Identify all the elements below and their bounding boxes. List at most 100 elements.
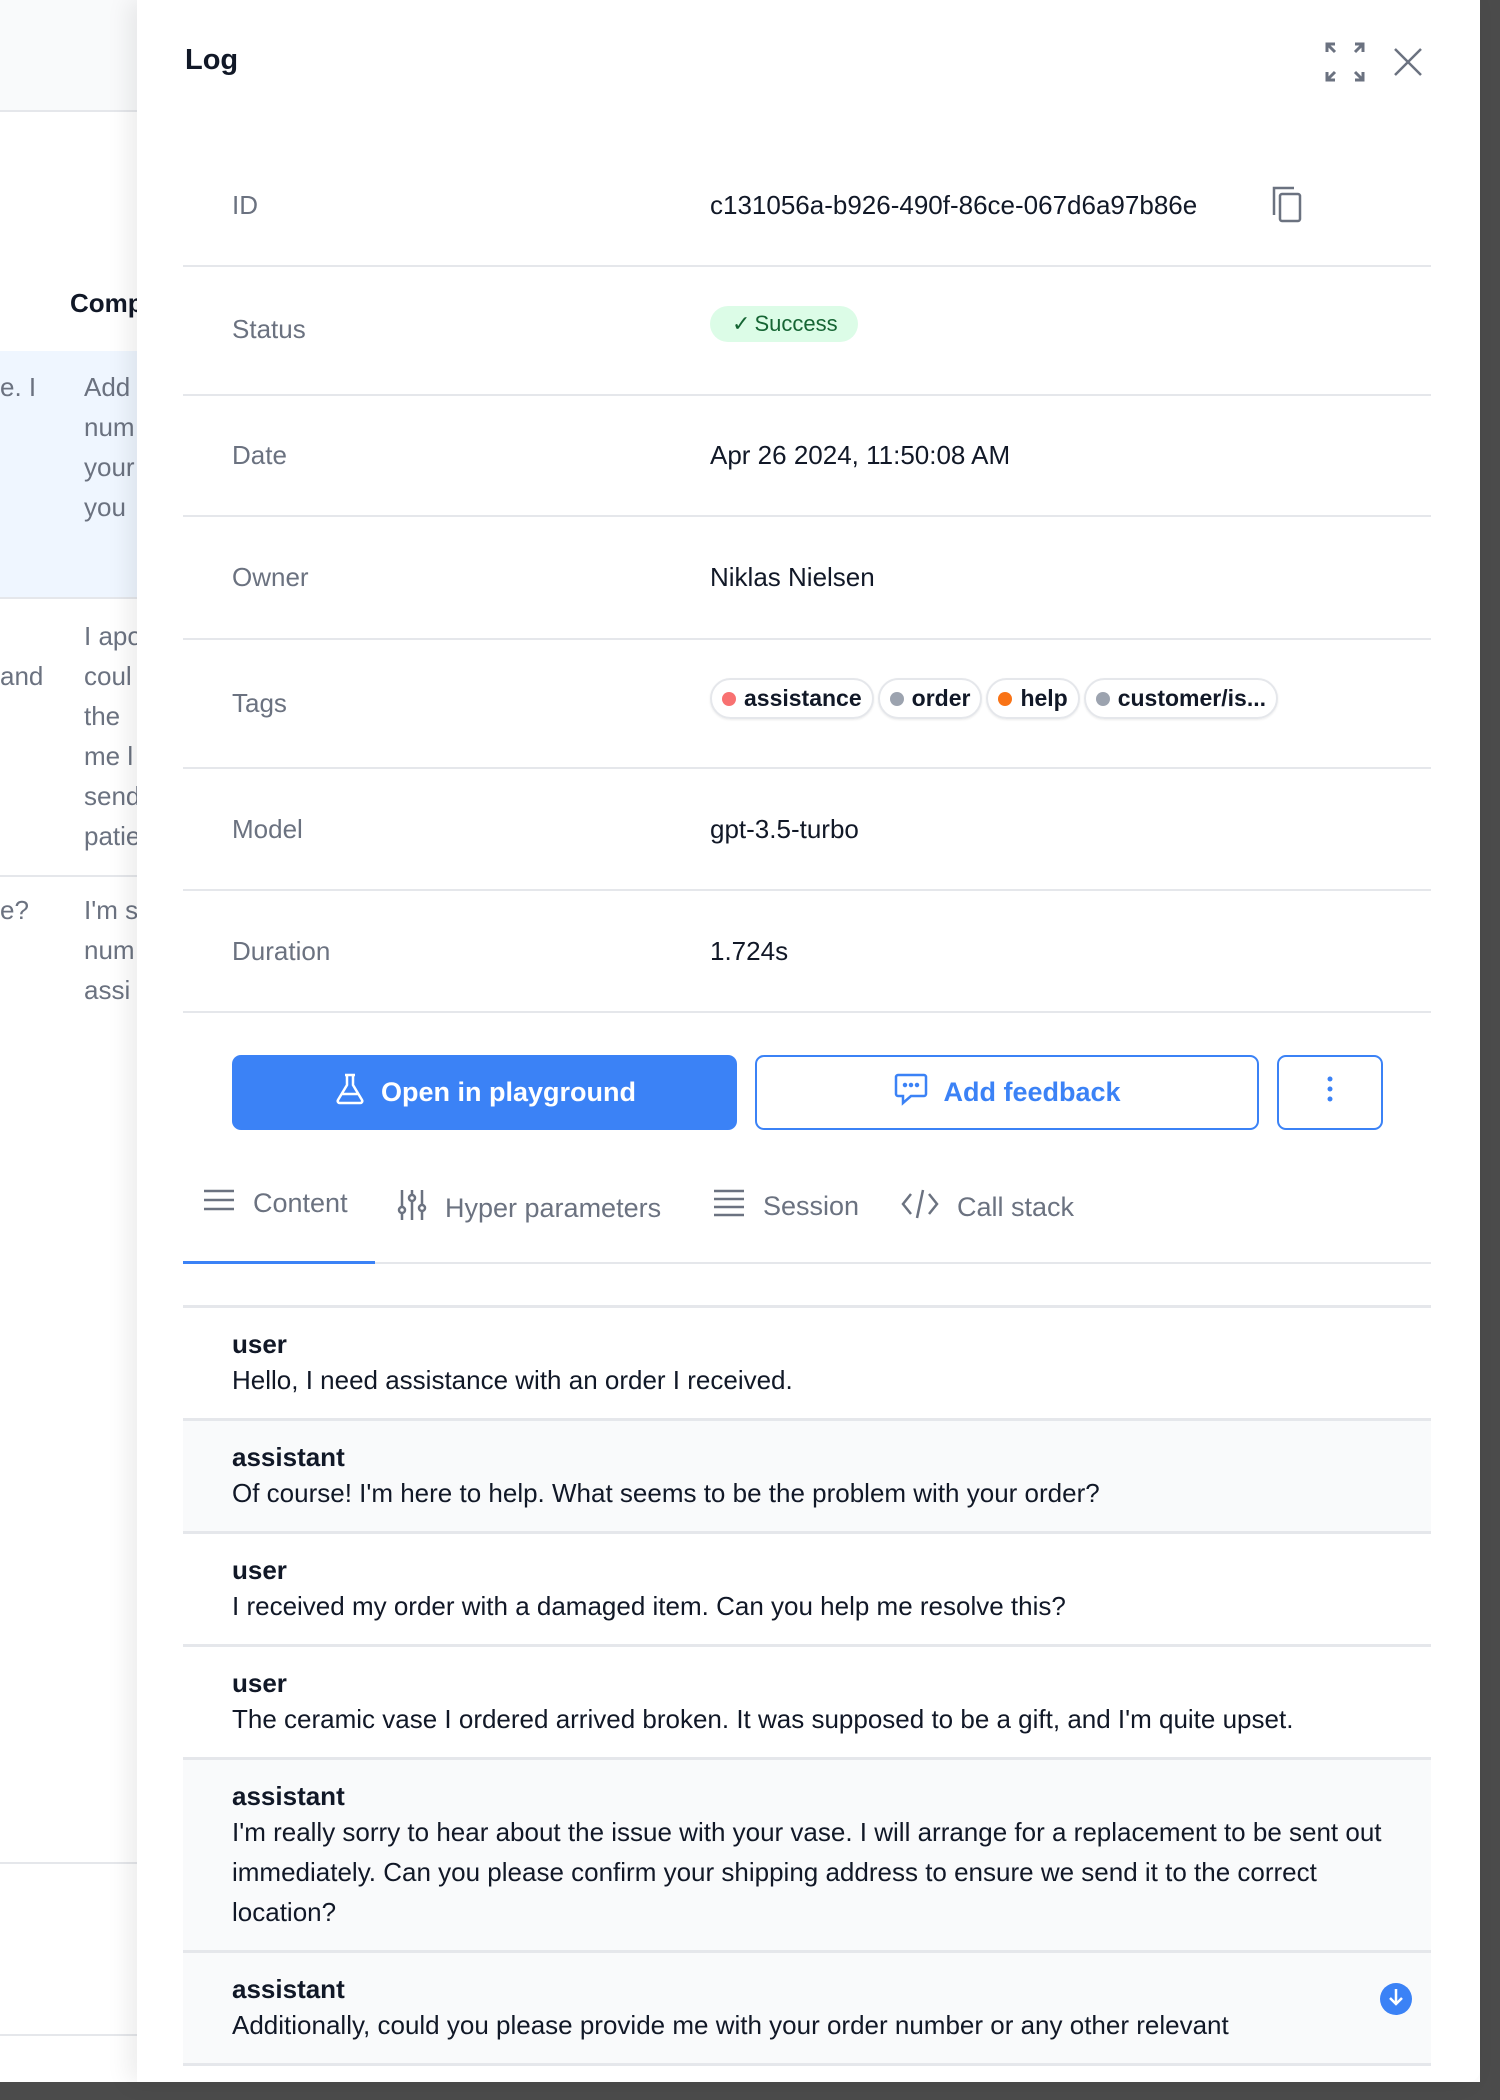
message-text: Hello, I need assistance with an order I… bbox=[232, 1365, 793, 1395]
cell-text: num bbox=[84, 412, 135, 442]
field-row-status: Status ✓ Success bbox=[183, 267, 1431, 396]
field-label: Tags bbox=[232, 688, 287, 718]
tab-session[interactable]: Session bbox=[713, 1188, 859, 1225]
message-role: user bbox=[232, 1668, 287, 1698]
tab-content[interactable]: Content bbox=[203, 1188, 348, 1219]
code-icon bbox=[901, 1188, 939, 1227]
button-label: Open in playground bbox=[381, 1077, 636, 1107]
menu-icon bbox=[203, 1188, 235, 1219]
message-text: I'm really sorry to hear about the issue… bbox=[232, 1817, 1382, 1927]
tab-label: Content bbox=[253, 1188, 348, 1218]
tag-label: order bbox=[911, 685, 971, 711]
cell-text: the bbox=[84, 701, 121, 731]
message-item: assistant Of course! I'm here to help. Wh… bbox=[183, 1421, 1431, 1534]
message-item: assistant I'm really sorry to hear about … bbox=[183, 1760, 1431, 1953]
status-badge: ✓ Success bbox=[710, 306, 858, 342]
list-icon bbox=[713, 1188, 745, 1225]
cell-text: I apo bbox=[84, 621, 142, 651]
message-text: The ceramic vase I ordered arrived broke… bbox=[232, 1704, 1294, 1734]
field-row-owner: Owner Niklas Nielsen bbox=[183, 517, 1431, 640]
tag-dot bbox=[722, 691, 736, 706]
field-row-tags: Tags assistance order help customer/is..… bbox=[183, 640, 1431, 769]
log-id-value: c131056a-b926-490f-86ce-067d6a97b86e bbox=[710, 190, 1198, 220]
cell-text: patie bbox=[84, 821, 141, 851]
tab-bar: Content Hyper parameters Session Call st… bbox=[183, 1170, 1431, 1264]
cell-text: coul bbox=[84, 661, 132, 691]
sliders-icon bbox=[397, 1188, 427, 1229]
field-row-id: ID c131056a-b926-490f-86ce-067d6a97b86e bbox=[183, 140, 1431, 267]
field-label: Date bbox=[232, 440, 287, 470]
button-label: Add feedback bbox=[943, 1077, 1121, 1107]
tab-call-stack[interactable]: Call stack bbox=[901, 1188, 1074, 1227]
cell-text: e. I bbox=[0, 372, 37, 402]
copy-icon[interactable] bbox=[1270, 185, 1304, 228]
message-role: assistant bbox=[232, 1442, 345, 1472]
field-label: Status bbox=[232, 314, 306, 344]
arrow-down-icon bbox=[1387, 1987, 1405, 2012]
open-in-playground-button[interactable]: Open in playground bbox=[232, 1055, 737, 1130]
window-edge bbox=[1480, 0, 1500, 2100]
message-item: user Hello, I need assistance with an ord… bbox=[183, 1308, 1431, 1421]
tab-hyper-parameters[interactable]: Hyper parameters bbox=[397, 1188, 661, 1229]
tag-label: assistance bbox=[744, 685, 862, 711]
message-role: assistant bbox=[232, 1974, 345, 2004]
field-row-model: Model gpt-3.5-turbo bbox=[183, 769, 1431, 891]
cell-text: send bbox=[84, 781, 141, 811]
close-icon[interactable] bbox=[1392, 46, 1424, 83]
message-list: user Hello, I need assistance with an ord… bbox=[183, 1305, 1431, 2066]
tag-label: help bbox=[1020, 685, 1068, 711]
status-text: Success bbox=[754, 311, 838, 336]
window-edge bbox=[0, 2082, 1500, 2100]
more-options-button[interactable] bbox=[1277, 1055, 1383, 1130]
message-text: Additionally, could you please provide m… bbox=[232, 2010, 1229, 2040]
column-header: Comp bbox=[70, 288, 144, 318]
duration-value: 1.724s bbox=[710, 936, 789, 966]
message-text: Of course! I'm here to help. What seems … bbox=[232, 1478, 1100, 1508]
message-item: assistant Additionally, could you please … bbox=[183, 1953, 1431, 2066]
cell-text: assi bbox=[84, 975, 131, 1005]
add-feedback-button[interactable]: Add feedback bbox=[755, 1055, 1259, 1130]
more-vertical-icon bbox=[1326, 1075, 1334, 1110]
owner-value: Niklas Nielsen bbox=[710, 562, 875, 592]
tag-chip[interactable]: help bbox=[986, 678, 1080, 719]
cell-text: your bbox=[84, 452, 135, 482]
tag-label: customer/is... bbox=[1117, 685, 1266, 711]
flask-icon bbox=[333, 1072, 367, 1113]
message-role: user bbox=[232, 1329, 287, 1359]
scroll-to-bottom-button[interactable] bbox=[1380, 1983, 1412, 2015]
tag-dot bbox=[889, 691, 904, 706]
tag-dot bbox=[1095, 691, 1110, 706]
tab-label: Hyper parameters bbox=[445, 1193, 662, 1223]
field-label: Owner bbox=[232, 562, 309, 592]
model-value: gpt-3.5-turbo bbox=[710, 814, 859, 844]
tag-chip[interactable]: order bbox=[877, 678, 983, 719]
message-role: assistant bbox=[232, 1781, 345, 1811]
field-label: Model bbox=[232, 814, 303, 844]
cell-text: Add bbox=[84, 372, 131, 402]
cell-text: me l bbox=[84, 741, 134, 771]
tag-chip[interactable]: assistance bbox=[710, 678, 874, 719]
expand-icon[interactable] bbox=[1325, 42, 1365, 87]
tag-chip[interactable]: customer/is... bbox=[1083, 678, 1278, 719]
field-row-duration: Duration 1.724s bbox=[183, 891, 1431, 1013]
cell-text: and bbox=[0, 661, 44, 691]
cell-text: num bbox=[84, 935, 135, 965]
active-tab-indicator bbox=[183, 1261, 375, 1264]
tab-label: Session bbox=[763, 1191, 860, 1221]
cell-text: I'm s bbox=[84, 895, 139, 925]
field-row-date: Date Apr 26 2024, 11:50:08 AM bbox=[183, 396, 1431, 517]
cell-text: e? bbox=[0, 895, 29, 925]
tag-dot bbox=[998, 691, 1013, 706]
message-item: user I received my order with a damaged i… bbox=[183, 1534, 1431, 1647]
check-icon: ✓ bbox=[732, 311, 751, 336]
cell-text: you bbox=[84, 492, 126, 522]
message-item: user The ceramic vase I ordered arrived b… bbox=[183, 1647, 1431, 1760]
chat-bubble-icon bbox=[893, 1072, 929, 1113]
drawer-title: Log bbox=[185, 44, 239, 76]
tab-label: Call stack bbox=[957, 1192, 1075, 1222]
field-label: ID bbox=[232, 190, 258, 220]
message-text: I received my order with a damaged item.… bbox=[232, 1591, 1066, 1621]
log-drawer: Log ID c131056a-b926-490f-86ce-067d6a97b… bbox=[137, 0, 1480, 2082]
tag-list: assistance order help customer/is... bbox=[710, 678, 1278, 719]
message-role: user bbox=[232, 1555, 287, 1585]
